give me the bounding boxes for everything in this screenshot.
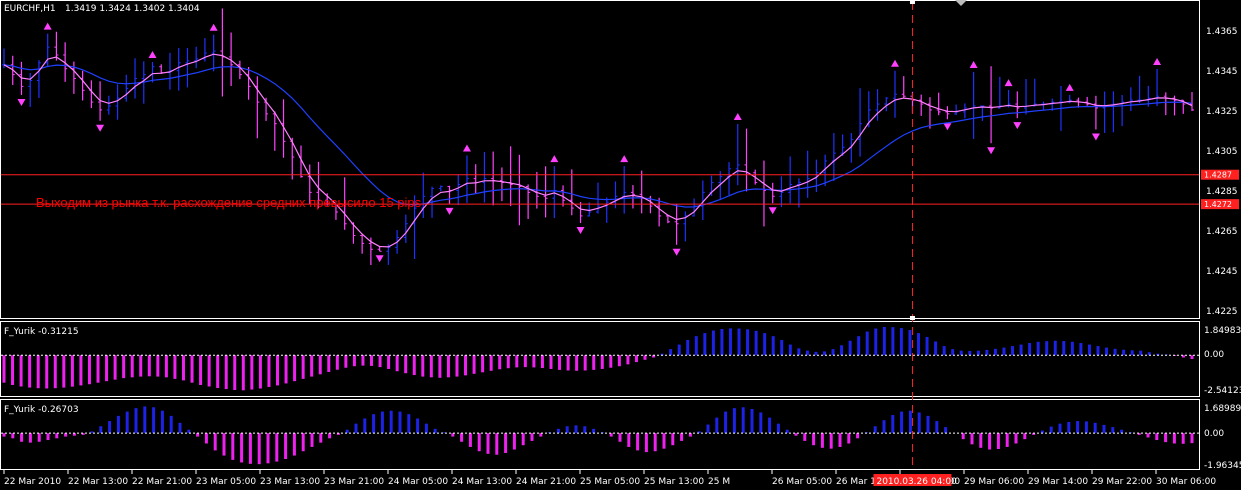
time-label: 24 Mar 05:00 [388, 477, 448, 487]
sub1-axis-zero: 0.00 [1204, 350, 1224, 360]
price-label: 1.4365 [1206, 27, 1238, 37]
time-label: 29 Mar 22:00 [1092, 477, 1152, 487]
cursor-handle-top[interactable] [909, 0, 915, 4]
sub2-axis-max: 1.68989 [1204, 404, 1241, 414]
svg-text:1.4272: 1.4272 [1204, 200, 1232, 209]
main-panel [0, 0, 1200, 319]
time-label: 24 Mar 13:00 [452, 477, 512, 487]
hline-marker-upper: 1.4287 [1201, 169, 1239, 180]
cursor-time-marker: 2010.03.26 04:00 [873, 474, 957, 487]
sub1-axis-max: 1.84983 [1204, 326, 1241, 336]
price-label: 1.4325 [1206, 107, 1238, 117]
price-label: 1.4285 [1206, 187, 1238, 197]
svg-text:1.4287: 1.4287 [1204, 171, 1232, 180]
time-label: 25 M [708, 477, 730, 487]
time-label: 22 Mar 21:00 [132, 477, 192, 487]
chart-annotation: Выходим из рынка т.к. расхождение средни… [36, 195, 422, 210]
price-label: 1.4245 [1206, 267, 1238, 277]
price-label: 1.4225 [1206, 307, 1238, 317]
time-label: 22 Mar 2010 [4, 477, 61, 487]
main-title: EURCHF,H1 [4, 4, 56, 14]
time-label: 25 Mar 05:00 [580, 477, 640, 487]
chart-canvas: EURCHF,H1 1.3419 1.3424 1.3402 1.3404 Вы… [0, 0, 1241, 487]
time-label: 24 Mar 21:00 [516, 477, 576, 487]
time-label: 23 Mar 21:00 [324, 477, 384, 487]
sub2-title: F_Yurik -0.26703 [4, 405, 79, 415]
time-label: 29 Mar 14:00 [1028, 477, 1088, 487]
sub1-title: F_Yurik -0.31215 [4, 327, 79, 337]
sub1-axis-min: -2.54123 [1204, 386, 1241, 396]
sub2-axis-zero: 0.00 [1204, 429, 1224, 439]
sub2-axis-min: -1.96345 [1204, 461, 1241, 471]
time-label: 22 Mar 13:00 [68, 477, 128, 487]
price-label: 1.4345 [1206, 67, 1238, 77]
main-ohlc: 1.3419 1.3424 1.3402 1.3404 [65, 4, 200, 14]
time-label: 26 Mar 05:00 [772, 477, 832, 487]
sub-panel-1 [0, 321, 1200, 397]
svg-text:2010.03.26 04:00: 2010.03.26 04:00 [876, 477, 957, 487]
hline-marker-lower: 1.4272 [1201, 199, 1239, 210]
time-axis: 22 Mar 2010 22 Mar 13:00 22 Mar 21:00 23 Ma… [3, 470, 1216, 487]
sub-panel-2 [0, 399, 1200, 470]
cursor-handle-mid[interactable] [909, 316, 915, 320]
price-label: 1.4305 [1206, 147, 1238, 157]
time-label: 30 Mar 06:00 [1156, 477, 1216, 487]
time-label: 29 Mar 06:00 [964, 477, 1024, 487]
time-label: 23 Mar 13:00 [260, 477, 320, 487]
price-label: 1.4265 [1206, 227, 1238, 237]
time-label: 23 Mar 05:00 [196, 477, 256, 487]
time-label: 25 Mar 13:00 [644, 477, 704, 487]
